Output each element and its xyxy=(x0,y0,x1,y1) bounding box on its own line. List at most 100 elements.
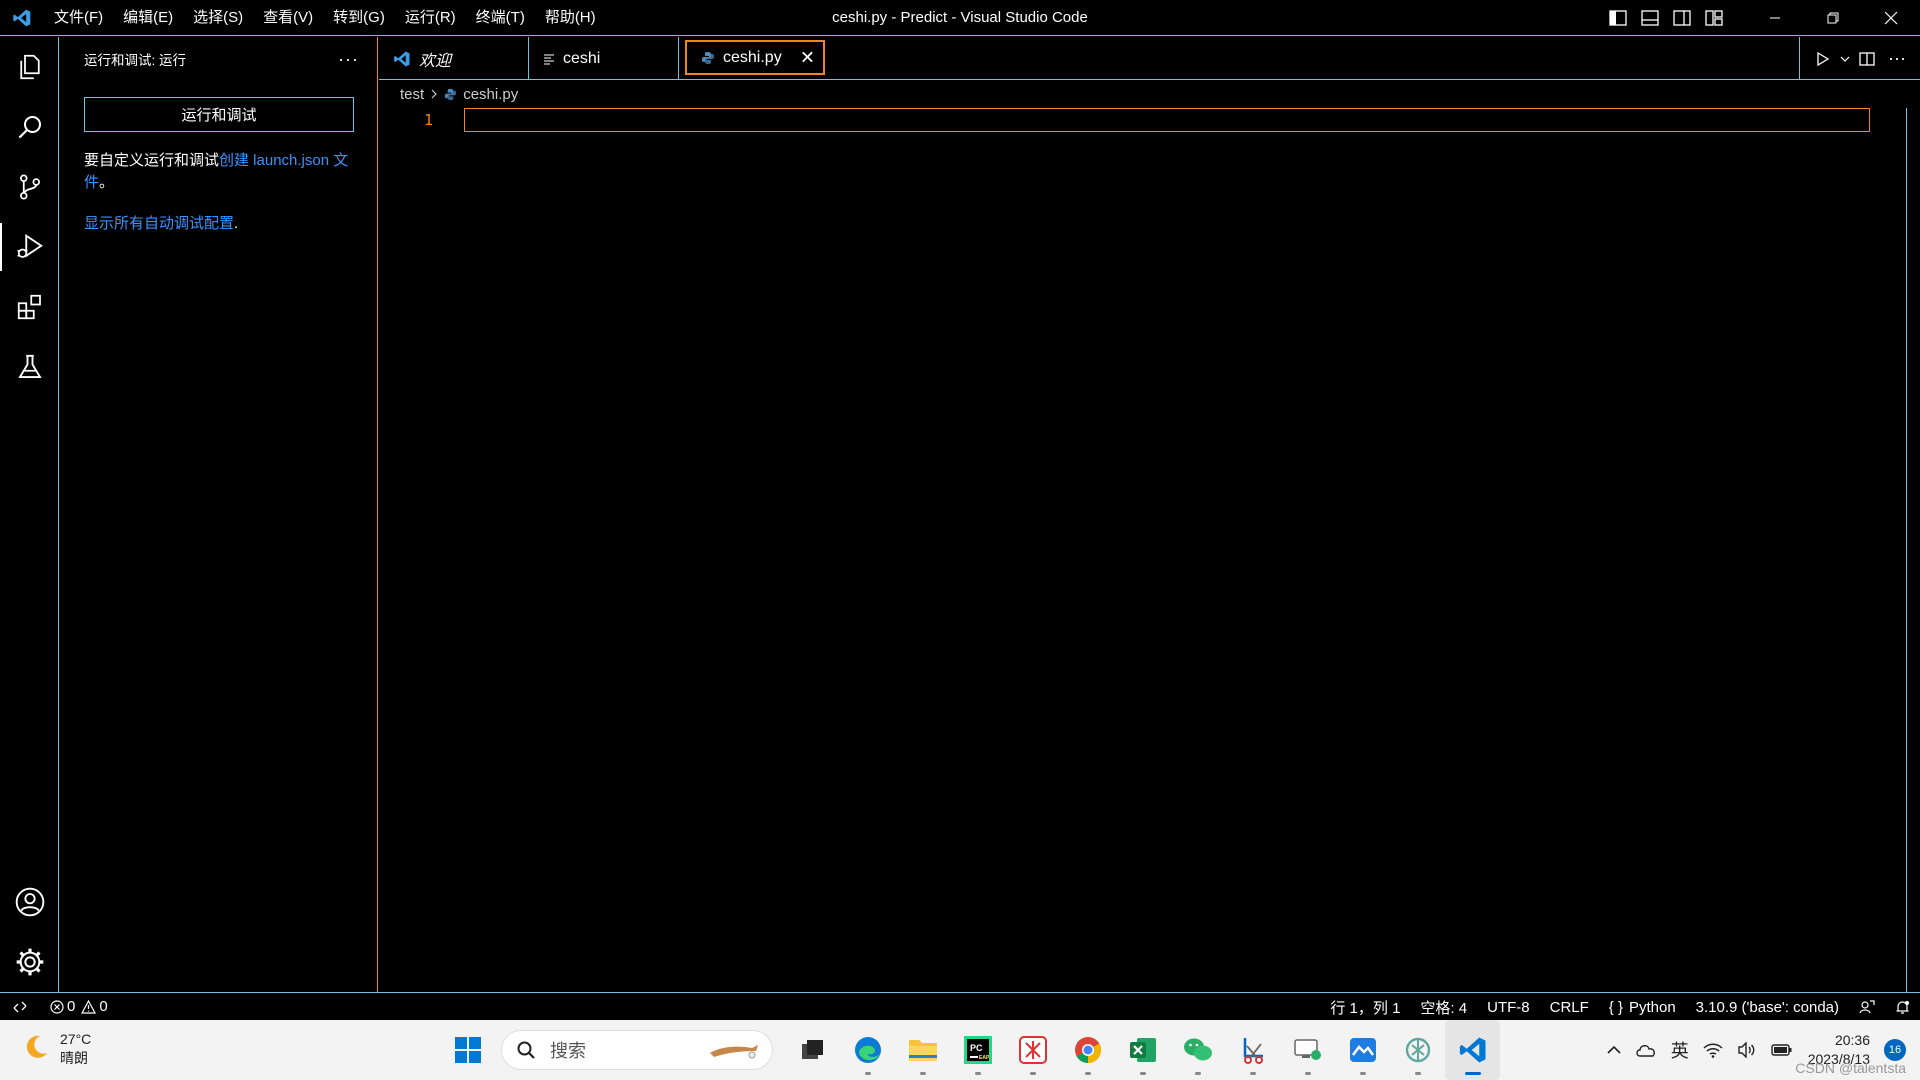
cursor-position[interactable]: 行 1，列 1 xyxy=(1320,997,1410,1018)
testing-flask-icon[interactable] xyxy=(0,337,59,397)
menu-go[interactable]: 转到(G) xyxy=(323,0,395,36)
status-bar: 0 0 行 1，列 1 空格: 4 UTF-8 CRLF { } Python … xyxy=(0,992,1920,1020)
toggle-primary-sidebar-icon[interactable] xyxy=(1602,0,1634,36)
extensions-icon[interactable] xyxy=(0,277,59,337)
chevron-up-icon[interactable] xyxy=(1600,1045,1628,1055)
menu-terminal[interactable]: 终端(T) xyxy=(466,0,535,36)
more-actions-icon[interactable]: ··· xyxy=(338,49,359,70)
task-view-icon[interactable] xyxy=(785,1020,840,1080)
title-controls xyxy=(1602,0,1920,36)
customize-layout-icon[interactable] xyxy=(1698,0,1730,36)
breadcrumb-folder[interactable]: test xyxy=(400,86,424,103)
breadcrumb: test ceshi.py xyxy=(379,80,1920,108)
source-control-icon[interactable] xyxy=(0,157,59,217)
taskbar-apps: 搜索 PC EAP xyxy=(440,1020,1500,1080)
search-icon xyxy=(516,1040,536,1060)
temperature: 27°C xyxy=(60,1031,92,1047)
photos-icon[interactable] xyxy=(1335,1020,1390,1080)
encoding[interactable]: UTF-8 xyxy=(1477,999,1540,1016)
close-tab-icon[interactable]: ✕ xyxy=(800,47,815,68)
editor-actions: ··· xyxy=(1799,37,1920,80)
windows-start-icon[interactable] xyxy=(440,1020,495,1080)
indentation[interactable]: 空格: 4 xyxy=(1410,997,1477,1018)
ime-language[interactable]: 英 xyxy=(1664,1037,1696,1063)
snipping-tool-icon[interactable] xyxy=(1225,1020,1280,1080)
svg-text:EAP: EAP xyxy=(979,1055,990,1061)
python-icon xyxy=(701,51,715,65)
tab-label: ceshi xyxy=(563,49,601,67)
notifications-bell-icon[interactable] xyxy=(1885,1000,1920,1015)
menu-edit[interactable]: 编辑(E) xyxy=(113,0,183,36)
accounts-icon[interactable] xyxy=(0,872,59,932)
code-editor[interactable]: 1 xyxy=(379,108,1920,992)
python-interpreter[interactable]: 3.10.9 ('base': conda) xyxy=(1686,999,1849,1016)
vertical-scrollbar[interactable] xyxy=(1906,108,1920,992)
menu-file[interactable]: 文件(F) xyxy=(44,0,113,36)
show-all-debug-configs-link[interactable]: 显示所有自动调试配置 xyxy=(84,215,234,232)
volume-icon[interactable] xyxy=(1730,1042,1764,1058)
menu-run[interactable]: 运行(R) xyxy=(395,0,466,36)
title-bar: 文件(F) 编辑(E) 选择(S) 查看(V) 转到(G) 运行(R) 终端(T… xyxy=(0,0,1920,36)
language-mode[interactable]: { } Python xyxy=(1599,999,1686,1016)
pycharm-icon[interactable]: PC EAP xyxy=(950,1020,1005,1080)
wifi-icon[interactable] xyxy=(1696,1042,1730,1058)
notification-count-badge[interactable]: 16 xyxy=(1884,1039,1906,1061)
watermark: CSDN @talentsta xyxy=(1795,1060,1906,1076)
toggle-secondary-sidebar-icon[interactable] xyxy=(1666,0,1698,36)
menu-selection[interactable]: 选择(S) xyxy=(183,0,253,36)
onedrive-cloud-icon[interactable] xyxy=(1628,1043,1664,1057)
braces-icon: { } xyxy=(1608,998,1623,1016)
taskbar-search[interactable]: 搜索 xyxy=(501,1030,773,1070)
restore-icon[interactable] xyxy=(1804,0,1862,36)
close-window-icon[interactable] xyxy=(1862,0,1920,36)
wechat-icon[interactable] xyxy=(1170,1020,1225,1080)
chevron-down-icon[interactable] xyxy=(1838,54,1852,64)
feedback-icon[interactable] xyxy=(1849,999,1885,1015)
battery-charging-icon[interactable] xyxy=(1764,1043,1800,1057)
tab-welcome[interactable]: 欢迎 xyxy=(379,37,529,80)
explorer-icon[interactable] xyxy=(0,37,59,97)
show-all-configs: 显示所有自动调试配置. xyxy=(84,215,239,232)
menu-view[interactable]: 查看(V) xyxy=(253,0,323,36)
tab-ceshi-py[interactable]: ceshi.py ✕ xyxy=(685,40,825,75)
menu-help[interactable]: 帮助(H) xyxy=(535,0,606,36)
search-placeholder: 搜索 xyxy=(550,1041,586,1061)
weather-widget[interactable]: 27°C 晴朗 xyxy=(22,1030,91,1068)
problems-indicator[interactable]: 0 0 xyxy=(40,998,118,1015)
end-of-line[interactable]: CRLF xyxy=(1540,999,1599,1016)
remote-icon[interactable] xyxy=(0,1000,40,1014)
current-line-highlight[interactable] xyxy=(464,108,1870,132)
tab-ceshi[interactable]: ceshi xyxy=(529,37,679,80)
excel-icon[interactable] xyxy=(1115,1020,1170,1080)
split-editor-icon[interactable] xyxy=(1852,51,1882,67)
file-explorer-icon[interactable] xyxy=(895,1020,950,1080)
remote-desktop-icon[interactable] xyxy=(1280,1020,1335,1080)
search-icon[interactable] xyxy=(0,97,59,157)
chrome-icon[interactable] xyxy=(1060,1020,1115,1080)
activity-bar xyxy=(0,37,59,992)
svg-text:PC: PC xyxy=(970,1043,983,1053)
tab-label: 欢迎 xyxy=(419,52,452,70)
chevron-right-icon xyxy=(430,86,438,103)
python-icon xyxy=(444,88,457,101)
search-highlight-icon xyxy=(706,1039,762,1068)
run-python-file-icon[interactable] xyxy=(1808,51,1838,67)
run-and-debug-icon[interactable] xyxy=(0,217,59,277)
chatgpt-icon[interactable] xyxy=(1390,1020,1445,1080)
moon-icon xyxy=(22,1033,50,1066)
gear-icon[interactable] xyxy=(0,932,59,992)
warning-icon xyxy=(81,999,97,1014)
run-and-debug-button[interactable]: 运行和调试 xyxy=(84,97,354,132)
breadcrumb-file[interactable]: ceshi.py xyxy=(463,86,518,103)
toggle-panel-icon[interactable] xyxy=(1634,0,1666,36)
windows-taskbar: 27°C 晴朗 搜索 PC EAP 英 20:36 2023/8/13 16 C… xyxy=(0,1020,1920,1080)
launch-json-hint: 要自定义运行和调试创建 launch.json 文件。 xyxy=(84,152,349,191)
weather-status: 晴朗 xyxy=(60,1050,88,1066)
vscode-taskbar-icon[interactable] xyxy=(1445,1020,1500,1080)
run-debug-sidebar: 运行和调试: 运行 ··· 运行和调试 要自定义运行和调试创建 launch.j… xyxy=(60,37,378,992)
minimize-icon[interactable] xyxy=(1746,0,1804,36)
tab-bar: 欢迎 ceshi ceshi.py ✕ ··· xyxy=(379,37,1920,80)
xmind-icon[interactable] xyxy=(1005,1020,1060,1080)
edge-browser-icon[interactable] xyxy=(840,1020,895,1080)
more-actions-icon[interactable]: ··· xyxy=(1882,48,1912,69)
